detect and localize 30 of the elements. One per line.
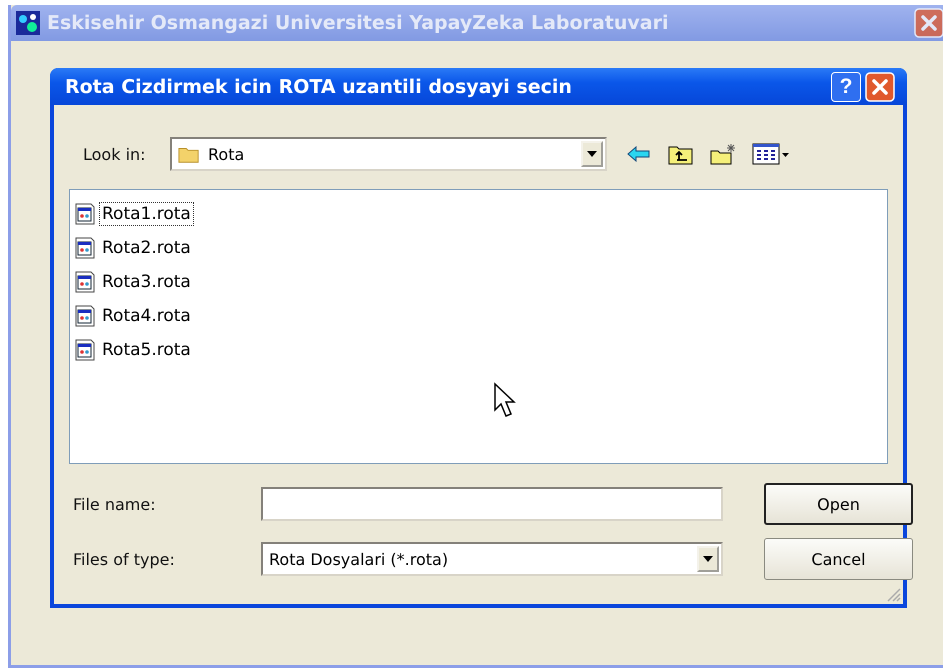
dialog-title: Rota Cizdirmek icin ROTA uzantili dosyayi secin bbox=[65, 76, 573, 98]
file-icon bbox=[74, 202, 96, 226]
file-icon bbox=[74, 270, 96, 294]
cancel-button[interactable]: Cancel bbox=[764, 538, 913, 580]
file-item[interactable]: Rota5.rota bbox=[99, 338, 194, 362]
new-folder-icon[interactable] bbox=[709, 142, 737, 166]
app-icon bbox=[15, 10, 41, 36]
look-in-label: Look in: bbox=[83, 144, 147, 164]
file-icon bbox=[74, 304, 96, 328]
file-icon bbox=[74, 338, 96, 362]
file-type-label: Files of type: bbox=[73, 550, 176, 568]
file-item[interactable]: Rota4.rota bbox=[99, 304, 194, 328]
caret-icon bbox=[703, 556, 713, 562]
file-icon bbox=[74, 236, 96, 260]
view-menu-icon[interactable] bbox=[751, 142, 791, 166]
open-button[interactable]: Open bbox=[764, 483, 913, 525]
file-item[interactable]: Rota1.rota bbox=[99, 202, 194, 226]
file-type-dropdown[interactable]: Rota Dosyalari (*.rota) bbox=[261, 542, 723, 576]
caret-icon bbox=[587, 151, 597, 157]
file-name-field[interactable] bbox=[261, 487, 723, 521]
file-item[interactable]: Rota3.rota bbox=[99, 270, 194, 294]
file-item[interactable]: Rota2.rota bbox=[99, 236, 194, 260]
help-button[interactable]: ? bbox=[831, 72, 861, 102]
resize-grip-icon[interactable] bbox=[885, 586, 901, 602]
close-button[interactable] bbox=[865, 72, 895, 102]
window-title: Eskisehir Osmangazi Universitesi YapayZeka Laboratuvari bbox=[47, 12, 670, 34]
cursor-icon bbox=[493, 382, 519, 420]
file-name-label: File name: bbox=[73, 494, 157, 514]
close-button[interactable] bbox=[914, 8, 943, 38]
look-in-dropdown[interactable]: Rota bbox=[170, 137, 607, 171]
